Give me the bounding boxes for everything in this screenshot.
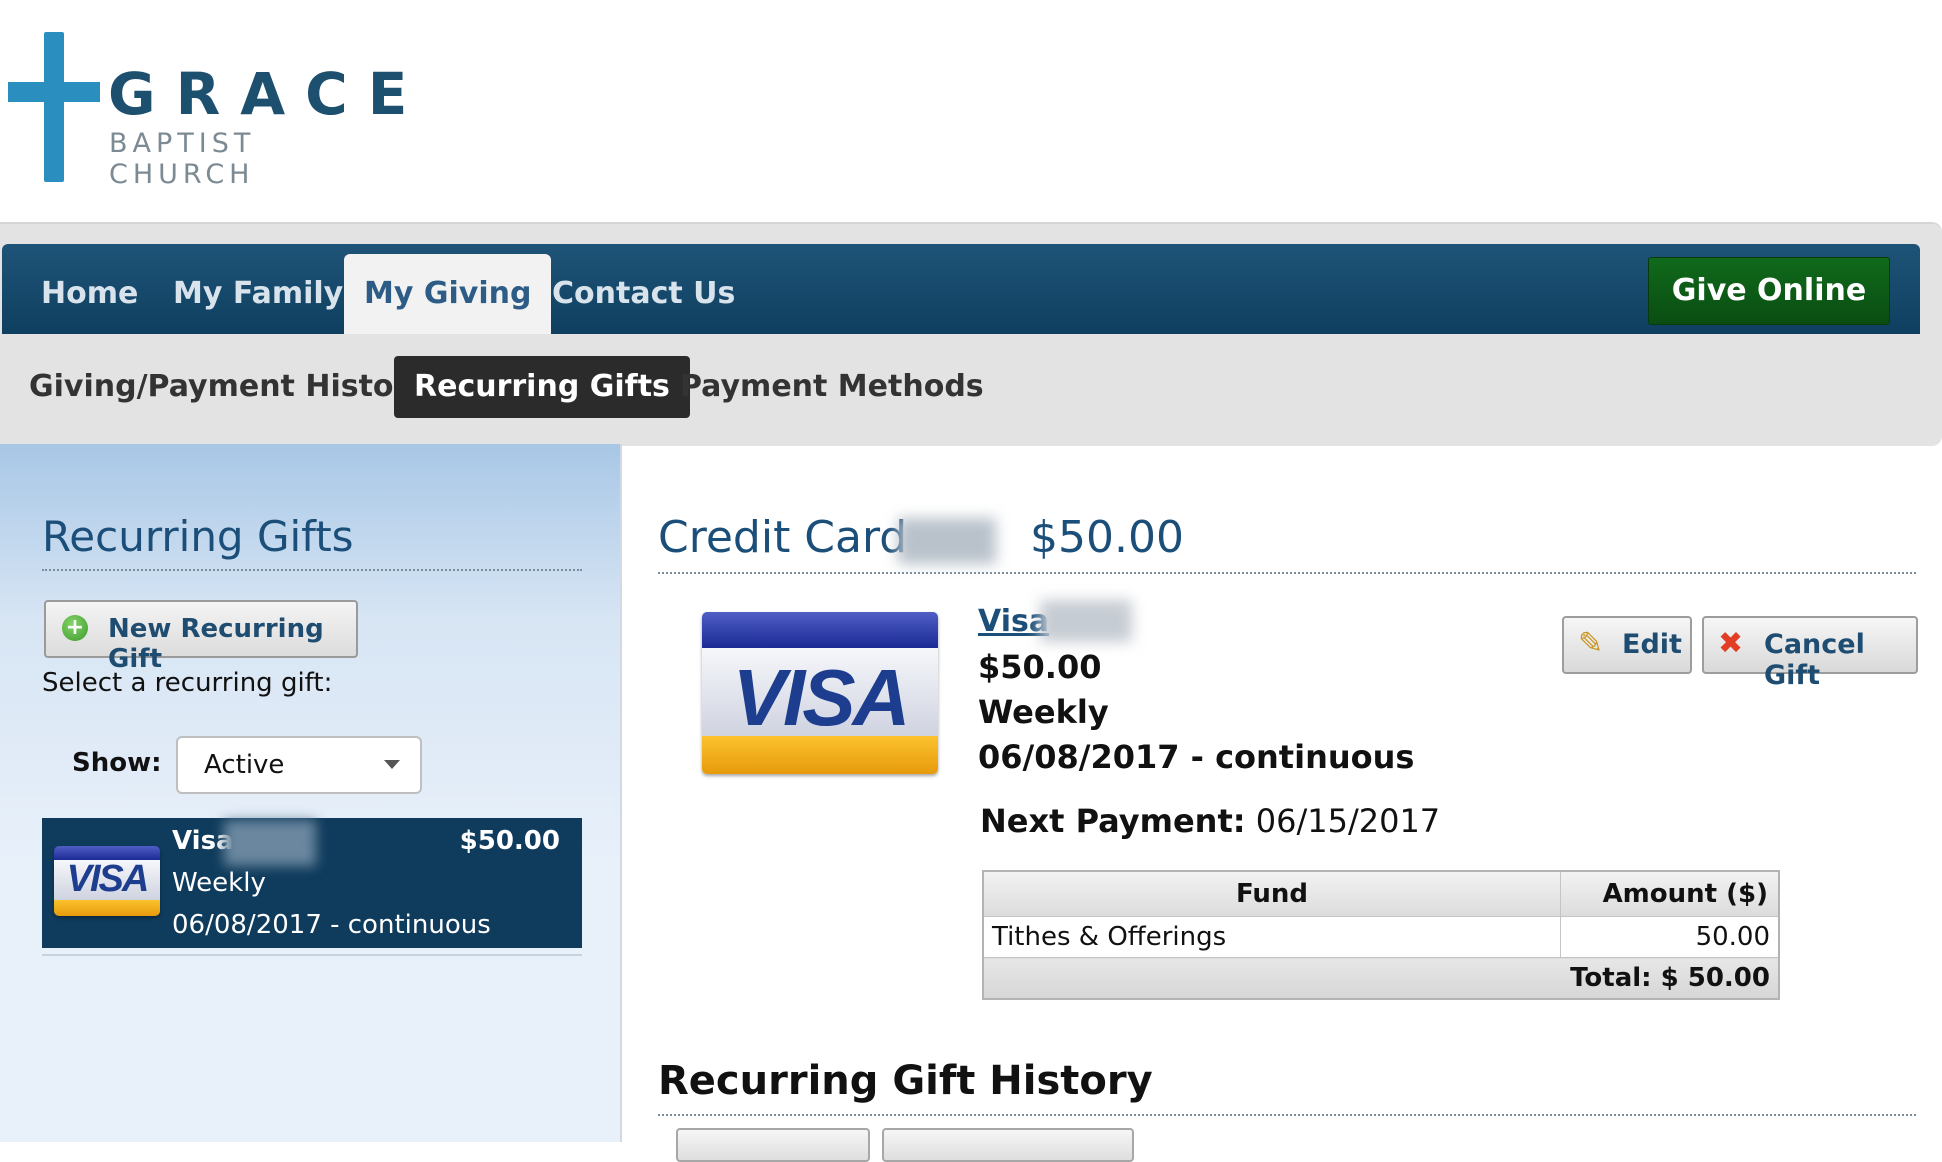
- table-total-row: Total: $ 50.00: [982, 957, 1780, 1000]
- gift-frequency: Weekly: [172, 868, 266, 898]
- nav-home[interactable]: Home: [21, 254, 158, 334]
- church-logo[interactable]: GRACE BAPTIST CHURCH: [8, 30, 408, 190]
- visa-card-logo-text: VISA: [66, 858, 150, 900]
- next-payment-date: 06/15/2017: [1255, 802, 1441, 840]
- edit-label: Edit: [1622, 629, 1682, 660]
- nav-my-family[interactable]: My Family: [153, 254, 363, 334]
- table-row: Tithes & Offerings 50.00: [982, 916, 1780, 958]
- close-icon: ✖: [1718, 626, 1744, 661]
- nav-my-giving[interactable]: My Giving: [344, 254, 552, 334]
- cross-icon: [44, 32, 64, 182]
- next-payment-label: Next Payment:: [980, 802, 1246, 840]
- edit-button[interactable]: ✎ Edit: [1562, 616, 1692, 674]
- show-filter-select[interactable]: Active: [176, 736, 422, 794]
- subnav-giving-history[interactable]: Giving/Payment History: [9, 356, 448, 418]
- gift-dates: 06/08/2017 - continuous: [172, 910, 491, 940]
- amount-cell: 50.00: [1560, 916, 1780, 958]
- payment-type-title: Credit Card: [658, 512, 908, 563]
- pencil-icon: ✎: [1578, 626, 1604, 661]
- cross-icon-bar: [8, 82, 100, 102]
- gift-amount: $50.00: [459, 826, 560, 856]
- table-header-row: Fund Amount ($): [982, 870, 1780, 917]
- plus-icon: +: [62, 615, 88, 641]
- total-cell: Total: $ 50.00: [982, 957, 1780, 1000]
- nav-contact-us[interactable]: Contact Us: [532, 254, 755, 334]
- subnav-payment-methods[interactable]: Payment Methods: [660, 356, 1004, 418]
- history-tab[interactable]: [676, 1128, 870, 1162]
- amount-column-header: Amount ($): [1560, 870, 1780, 917]
- visa-card-icon: VISA: [54, 846, 160, 916]
- payment-method-link[interactable]: Visa: [978, 604, 1049, 639]
- subnav-recurring-gifts[interactable]: Recurring Gifts: [394, 356, 690, 418]
- recurring-gift-history-title: Recurring Gift History: [658, 1058, 1916, 1116]
- next-payment: Next Payment: 06/15/2017: [980, 802, 1440, 840]
- cancel-gift-label: Cancel Gift: [1764, 629, 1865, 691]
- logo-title: GRACE: [108, 60, 428, 128]
- detail-dates: 06/08/2017 - continuous: [978, 738, 1415, 776]
- new-recurring-gift-button[interactable]: + New Recurring Gift: [44, 600, 358, 674]
- detail-frequency: Weekly: [978, 693, 1109, 731]
- fund-table: Fund Amount ($) Tithes & Offerings 50.00…: [982, 870, 1780, 1000]
- detail-amount: $50.00: [978, 648, 1102, 686]
- sidebar-divider: [42, 954, 582, 956]
- select-gift-label: Select a recurring gift:: [42, 668, 333, 698]
- give-online-button[interactable]: Give Online: [1648, 257, 1890, 325]
- visa-card-logo-text: VISA: [732, 653, 911, 742]
- new-recurring-gift-label: New Recurring Gift: [108, 614, 324, 674]
- history-tab[interactable]: [882, 1128, 1134, 1162]
- redacted-card-number: [1040, 600, 1132, 642]
- chevron-down-icon: [384, 760, 400, 769]
- logo-subtitle: BAPTIST CHURCH: [109, 128, 256, 190]
- gift-detail-title: Credit Card $50.00: [658, 512, 1916, 574]
- title-amount: $50.00: [1030, 512, 1184, 563]
- redacted-card-number: [224, 820, 316, 866]
- redacted-card-number: [898, 518, 996, 564]
- fund-column-header: Fund: [982, 870, 1561, 917]
- cancel-gift-button[interactable]: ✖ Cancel Gift: [1702, 616, 1918, 691]
- fund-cell: Tithes & Offerings: [982, 916, 1561, 958]
- show-label: Show:: [72, 748, 162, 778]
- sidebar-title: Recurring Gifts: [42, 512, 582, 571]
- visa-card-icon: VISA: [702, 612, 938, 774]
- show-filter-value: Active: [204, 750, 285, 780]
